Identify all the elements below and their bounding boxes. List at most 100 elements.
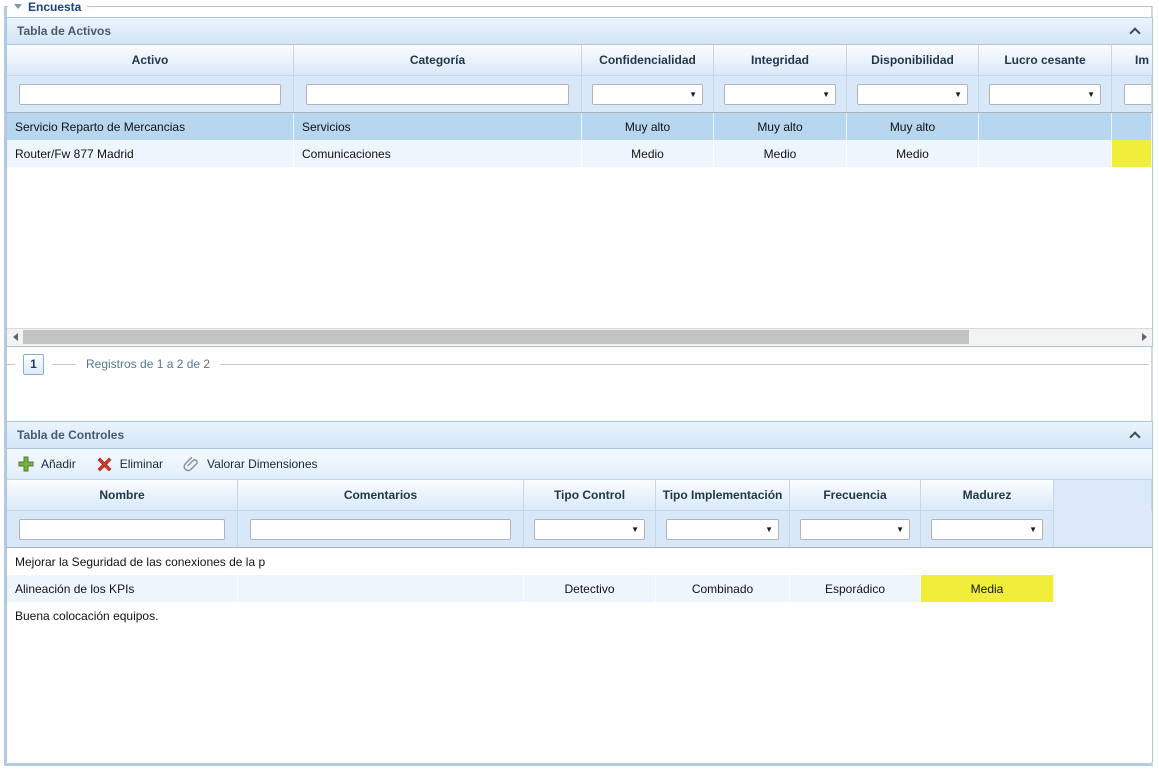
- add-button[interactable]: Añadir: [17, 456, 76, 473]
- filter-frecuencia-select[interactable]: ▼: [800, 519, 910, 540]
- controls-panel: Tabla de Controles Añadir Eliminar V: [6, 421, 1153, 762]
- filter-activo-input[interactable]: [19, 84, 281, 105]
- column-header-tipo-implementacion[interactable]: Tipo Implementación: [656, 480, 790, 511]
- dropdown-arrow-icon: ▼: [896, 526, 904, 534]
- records-summary: Registros de 1 a 2 de 2: [86, 357, 210, 371]
- cell-confidencialidad: Medio: [582, 140, 714, 167]
- cell-filler: [1054, 575, 1152, 602]
- filter-confidencialidad-select[interactable]: ▼: [592, 84, 703, 105]
- filter-impacto-input[interactable]: [1124, 84, 1152, 105]
- controls-grid-body: Mejorar la Seguridad de las conexiones d…: [7, 548, 1152, 629]
- asset-row-selected[interactable]: Servicio Reparto de Mercancias Servicios…: [7, 113, 1152, 140]
- cell-nombre: Mejorar la Seguridad de las conexiones d…: [7, 548, 524, 575]
- dropdown-arrow-icon: ▼: [822, 91, 830, 99]
- chevron-up-icon[interactable]: [1130, 28, 1140, 36]
- delete-button-label: Eliminar: [120, 457, 163, 471]
- page-button[interactable]: 1: [23, 354, 44, 375]
- column-header-integridad[interactable]: Integridad: [714, 45, 847, 76]
- assets-panel-header: Tabla de Activos: [7, 18, 1152, 45]
- column-header-impacto-partial[interactable]: Im: [1112, 45, 1152, 76]
- control-row[interactable]: Alineación de los KPIs Detectivo Combina…: [7, 575, 1152, 602]
- cell-lucro-cesante: [979, 113, 1112, 140]
- column-header-confidencialidad[interactable]: Confidencialidad: [582, 45, 714, 76]
- red-cross-icon: [96, 456, 113, 473]
- filter-integridad-select[interactable]: ▼: [724, 84, 836, 105]
- cell-filler: [1054, 548, 1152, 575]
- filter-tipo-control-select[interactable]: ▼: [534, 519, 645, 540]
- divider: [6, 364, 15, 365]
- column-header-lucro-cesante[interactable]: Lucro cesante: [979, 45, 1112, 76]
- scroll-left-icon[interactable]: [7, 329, 23, 345]
- scrollbar-thumb[interactable]: [23, 330, 969, 344]
- column-header-filler: [1054, 480, 1152, 511]
- divider: [52, 364, 76, 365]
- delete-button[interactable]: Eliminar: [96, 456, 163, 473]
- divider: [220, 364, 1149, 365]
- asset-row[interactable]: Router/Fw 877 Madrid Comunicaciones Medi…: [7, 140, 1152, 167]
- cell-comentarios: [238, 575, 524, 602]
- cell-disponibilidad: Medio: [847, 140, 979, 167]
- triangle-down-icon[interactable]: [14, 4, 22, 9]
- assets-panel-title: Tabla de Activos: [17, 24, 111, 38]
- column-header-categoria[interactable]: Categoría: [294, 45, 582, 76]
- cell-nombre: Buena colocación equipos.: [7, 602, 524, 629]
- cell-tipo-control: Detectivo: [524, 575, 656, 602]
- cell-frecuencia: [790, 548, 921, 575]
- horizontal-scrollbar[interactable]: [7, 328, 1152, 346]
- control-row[interactable]: Buena colocación equipos.: [7, 602, 1152, 629]
- filter-tipo-implementacion-select[interactable]: ▼: [666, 519, 779, 540]
- column-header-madurez[interactable]: Madurez: [921, 480, 1054, 511]
- cell-frecuencia: [790, 602, 921, 629]
- filter-nombre-input[interactable]: [19, 519, 225, 540]
- cell-tipo-control: [524, 602, 656, 629]
- controls-panel-header: Tabla de Controles: [7, 422, 1152, 449]
- filter-disponibilidad-select[interactable]: ▼: [857, 84, 968, 105]
- controls-panel-title: Tabla de Controles: [17, 428, 124, 442]
- cell-activo: Servicio Reparto de Mercancias: [7, 113, 294, 140]
- assets-grid-body: Servicio Reparto de Mercancias Servicios…: [7, 113, 1152, 167]
- cell-frecuencia: Esporádico: [790, 575, 921, 602]
- column-header-comentarios[interactable]: Comentarios: [238, 480, 524, 511]
- filter-filler: [1054, 511, 1152, 547]
- column-header-tipo-control[interactable]: Tipo Control: [524, 480, 656, 511]
- column-header-frecuencia[interactable]: Frecuencia: [790, 480, 921, 511]
- filter-categoria-input[interactable]: [306, 84, 569, 105]
- scroll-right-icon[interactable]: [1136, 329, 1152, 345]
- encuesta-legend: Encuesta: [8, 0, 87, 13]
- encuesta-legend-label: Encuesta: [28, 0, 81, 14]
- assets-filter-row: ▼ ▼ ▼ ▼: [7, 76, 1152, 113]
- cell-filler: [1054, 602, 1152, 629]
- dropdown-arrow-icon: ▼: [954, 91, 962, 99]
- assets-grid-header: Activo Categoría Confidencialidad Integr…: [7, 45, 1152, 76]
- encuesta-screen: Encuesta Tabla de Activos Activo Categor…: [0, 0, 1159, 778]
- filter-comentarios-input[interactable]: [250, 519, 511, 540]
- add-button-label: Añadir: [41, 457, 76, 471]
- cell-disponibilidad: Muy alto: [847, 113, 979, 140]
- controls-toolbar: Añadir Eliminar Valorar Dimensiones: [7, 449, 1152, 480]
- filter-madurez-select[interactable]: ▼: [931, 519, 1043, 540]
- dropdown-arrow-icon: ▼: [631, 526, 639, 534]
- value-dimensions-button[interactable]: Valorar Dimensiones: [183, 456, 318, 473]
- column-header-activo[interactable]: Activo: [7, 45, 294, 76]
- cell-lucro-cesante: [979, 140, 1112, 167]
- cell-tipo-implementacion: Combinado: [656, 575, 790, 602]
- cell-tipo-implementacion: [656, 602, 790, 629]
- chevron-up-icon[interactable]: [1130, 432, 1140, 440]
- dropdown-arrow-icon: ▼: [1029, 526, 1037, 534]
- controls-filter-row: ▼ ▼ ▼ ▼: [7, 511, 1152, 548]
- value-dimensions-button-label: Valorar Dimensiones: [207, 457, 318, 471]
- controls-grid-header: Nombre Comentarios Tipo Control Tipo Imp…: [7, 480, 1152, 511]
- cell-activo: Router/Fw 877 Madrid: [7, 140, 294, 167]
- cell-confidencialidad: Muy alto: [582, 113, 714, 140]
- cell-integridad: Medio: [714, 140, 847, 167]
- filter-lucro-cesante-select[interactable]: ▼: [989, 84, 1101, 105]
- cell-tipo-control: [524, 548, 656, 575]
- column-header-disponibilidad[interactable]: Disponibilidad: [847, 45, 979, 76]
- column-header-nombre[interactable]: Nombre: [7, 480, 238, 511]
- cell-categoria: Comunicaciones: [294, 140, 582, 167]
- assets-panel: Tabla de Activos Activo Categoría Confid…: [6, 17, 1153, 347]
- cell-madurez-highlighted: Media: [921, 575, 1054, 602]
- control-row[interactable]: Mejorar la Seguridad de las conexiones d…: [7, 548, 1152, 575]
- cell-madurez: [921, 602, 1054, 629]
- dropdown-arrow-icon: ▼: [1087, 91, 1095, 99]
